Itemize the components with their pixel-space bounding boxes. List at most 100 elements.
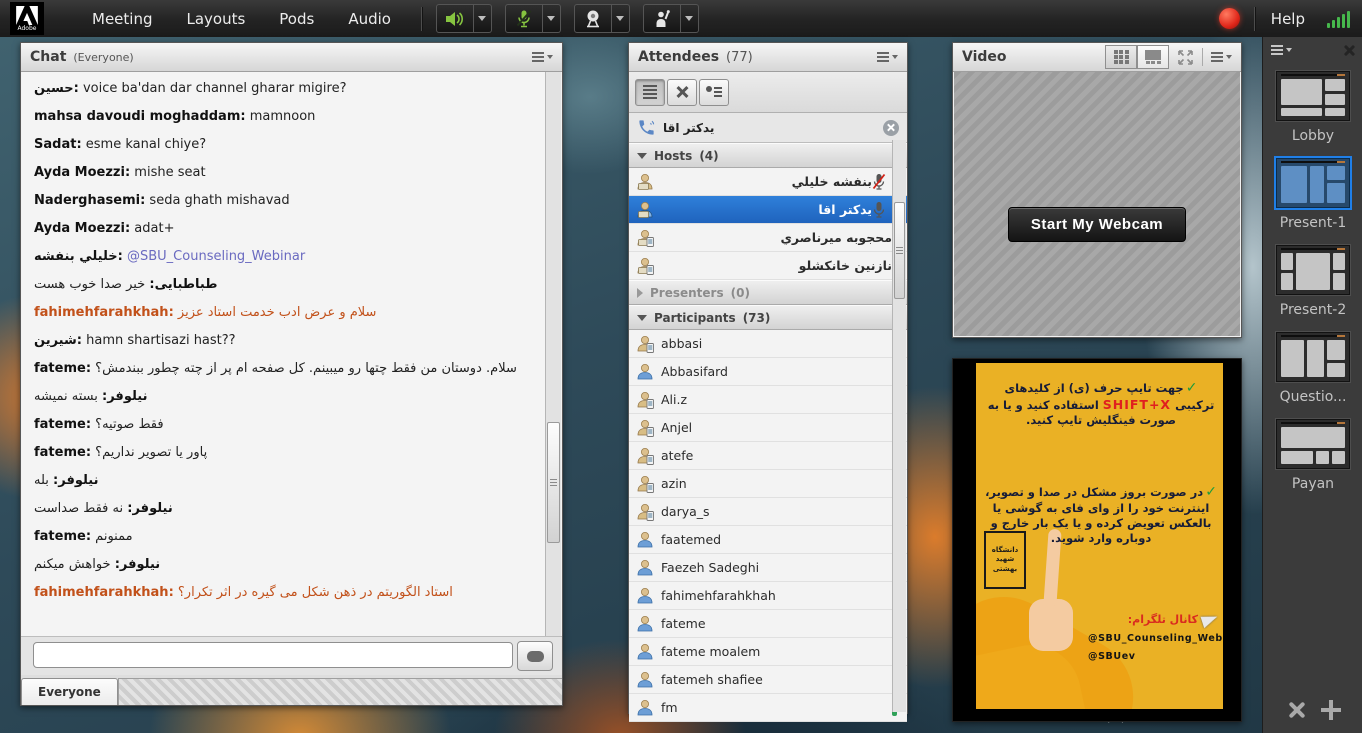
chat-message-author: بنفشه‎ خليلي <box>34 249 118 264</box>
یدکتر‎ اقا[interactable]: یدکتر‎ اقا <box>629 196 907 224</box>
layout-thumbnail <box>1276 419 1350 469</box>
video-pod-header: Video <box>953 43 1241 72</box>
end-call-close-icon[interactable] <box>883 120 899 136</box>
chat-message-text: بسته نمیشه <box>34 389 98 404</box>
webcam-dropdown[interactable] <box>612 4 630 33</box>
microphone-button[interactable] <box>505 4 543 33</box>
add-layout-icon[interactable] <box>1321 700 1341 720</box>
layout-item[interactable]: Lobby <box>1276 71 1350 158</box>
check-icon: ✓ <box>1205 484 1217 500</box>
chat-message-text: فقط صوتیه؟ <box>95 417 163 432</box>
Ali.z[interactable]: Ali.z <box>629 386 907 414</box>
speaker-on-icon <box>445 10 465 28</box>
chat-message-input[interactable] <box>33 642 513 668</box>
Abbasifard[interactable]: Abbasifard <box>629 358 907 386</box>
chat-scrollbar[interactable] <box>545 72 561 637</box>
atefe[interactable]: atefe <box>629 442 907 470</box>
layout-thumbnails: Lobby Present-1 Present-2 <box>1263 63 1362 506</box>
menu-item[interactable]: Meeting <box>92 10 152 28</box>
محجوبه‎ میرناصري[interactable]: محجوبه‎ میرناصري <box>629 224 907 252</box>
send-message-button[interactable] <box>517 641 553 671</box>
chat-tab-everyone[interactable]: Everyone <box>21 678 118 705</box>
layout-label: Present-2 <box>1280 302 1347 318</box>
chat-message-author: حسین <box>34 81 74 96</box>
attendees-scrollbar[interactable] <box>892 140 906 712</box>
attendee-role-icon <box>635 530 655 550</box>
grid-view-button[interactable] <box>1105 45 1137 69</box>
pod-menu-icon[interactable] <box>877 52 898 62</box>
fullscreen-icon[interactable] <box>1177 49 1194 66</box>
attendee-role-icon <box>635 558 655 578</box>
expand-triangle-icon <box>637 288 643 298</box>
menu-item[interactable]: Audio <box>348 10 391 28</box>
start-webcam-button[interactable]: Start My Webcam <box>1008 207 1186 242</box>
menu-item[interactable]: Pods <box>279 10 314 28</box>
attendee-role-icon <box>635 642 655 662</box>
chat-scrollbar-thumb[interactable] <box>547 422 560 543</box>
fateme[interactable]: fateme <box>629 610 907 638</box>
بنفشه‎ خليلي[interactable]: بنفشه‎ خليلي <box>629 168 907 196</box>
layout-thumbnail <box>1276 245 1350 295</box>
hosts-section-header[interactable]: Hosts (4) <box>629 143 907 168</box>
speaker-dropdown[interactable] <box>474 4 492 33</box>
attendee-name: darya_s <box>661 504 892 519</box>
abbasi[interactable]: abbasi <box>629 330 907 358</box>
layout-item[interactable]: Present-2 <box>1276 245 1350 332</box>
filmstrip-view-button[interactable] <box>1137 45 1169 69</box>
attendee-list-view-button[interactable] <box>635 79 665 106</box>
attendees-scrollbar-thumb[interactable] <box>894 202 905 299</box>
chat-message-text: esme kanal chiye? <box>86 137 206 152</box>
azin[interactable]: azin <box>629 470 907 498</box>
panel-menu-icon[interactable] <box>1271 45 1292 55</box>
chat-message-text: خواهش میکنم <box>34 557 111 572</box>
layout-item[interactable]: Payan <box>1276 419 1350 506</box>
active-call-banner: یدکتر‎ اقا <box>629 113 907 143</box>
chat-message-text: adat+ <box>134 221 174 236</box>
raise-hand-dropdown[interactable] <box>681 4 699 33</box>
breakout-view-button[interactable] <box>667 79 697 106</box>
darya_s[interactable]: darya_s <box>629 498 907 526</box>
layout-thumbnail <box>1276 332 1350 382</box>
attendee-role-icon <box>635 172 655 192</box>
chat-message-text: seda ghath mishavad <box>149 193 289 208</box>
layout-item[interactable]: Questio... <box>1276 332 1350 419</box>
attendees-pod: Attendees (77) یدکتر‎ اقا Hosts (4) <box>628 42 908 714</box>
attendee-name: Anjel <box>661 420 892 435</box>
chat-message-text: پاور یا تصویر نداریم؟ <box>95 445 207 460</box>
fahimehfarahkhah: fahimehfarahkhah: سلام و عرض ادب خدمت اس… <box>34 305 540 321</box>
speaker-button[interactable] <box>436 4 474 33</box>
attendee-name: Abbasifard <box>661 364 892 379</box>
help-menu[interactable]: Help <box>1271 10 1305 28</box>
microphone-dropdown[interactable] <box>543 4 561 33</box>
faatemed[interactable]: faatemed <box>629 526 907 554</box>
fm[interactable]: fm <box>629 694 907 722</box>
chat-tab-strip <box>118 678 562 705</box>
Anjel[interactable]: Anjel <box>629 414 907 442</box>
menu-item[interactable]: Layouts <box>186 10 245 28</box>
نازنین‎ خانکشلو[interactable]: نازنین‎ خانکشلو <box>629 252 907 280</box>
pod-menu-icon[interactable] <box>532 52 553 62</box>
pod-menu-icon[interactable] <box>1211 52 1232 62</box>
chat-message-author: نیلوفر <box>58 473 98 488</box>
video-pod-title: Video <box>962 49 1007 65</box>
shared-poster-image: ✓جهت تایپ حرف (ی) از کلیدهای ترکیبی SHIF… <box>976 363 1223 709</box>
fateme moalem[interactable]: fateme moalem <box>629 638 907 666</box>
video-view-toggle <box>1105 45 1169 69</box>
attendee-status-view-button[interactable] <box>699 79 729 106</box>
Faezeh Sadeghi[interactable]: Faezeh Sadeghi <box>629 554 907 582</box>
participants-section-header[interactable]: Participants (73) <box>629 305 907 330</box>
close-panel-icon[interactable] <box>1343 44 1355 56</box>
presenters-section-header[interactable]: Presenters (0) <box>629 280 907 305</box>
connection-signal-icon[interactable] <box>1327 10 1350 28</box>
adobe-logo-label: Adobe <box>18 25 37 32</box>
layout-item[interactable]: Present-1 <box>1276 158 1350 245</box>
fatemeh shafiee[interactable]: fatemeh shafiee <box>629 666 907 694</box>
adobe-logo: Adobe <box>10 2 44 35</box>
raise-hand-button[interactable] <box>643 4 681 33</box>
chat-message-text: hamn shartisazi hast?? <box>86 333 235 348</box>
layout-tools-icon[interactable] <box>1286 699 1308 721</box>
fahimehfarahkhah[interactable]: fahimehfarahkhah <box>629 582 907 610</box>
webcam-button[interactable] <box>574 4 612 33</box>
attendee-name: محجوبه‎ میرناصري <box>661 230 892 245</box>
attendee-role-icon <box>635 446 655 466</box>
